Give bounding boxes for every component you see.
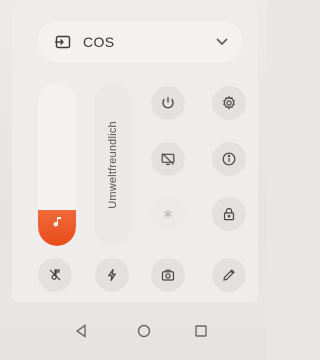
- bolt-icon: [107, 268, 117, 282]
- volume-slider[interactable]: [38, 83, 76, 246]
- quick-settings-screen: COS Umweltfreundlich: [0, 0, 267, 360]
- recents-square-icon: [195, 325, 207, 337]
- energy-mode-slider[interactable]: Umweltfreundlich: [94, 83, 132, 246]
- info-tile[interactable]: [212, 142, 246, 176]
- chevron-down-icon[interactable]: [212, 31, 232, 51]
- recents-button[interactable]: [188, 318, 214, 344]
- power-tile[interactable]: [151, 86, 185, 120]
- energy-mode-tile[interactable]: [95, 258, 129, 292]
- bluetooth-tile[interactable]: [151, 197, 185, 231]
- camera-icon: [161, 269, 175, 281]
- home-button[interactable]: [131, 318, 157, 344]
- edit-tile[interactable]: [212, 258, 246, 292]
- input-source-label: COS: [83, 34, 115, 50]
- gear-icon: [223, 95, 235, 110]
- music-off-tile[interactable]: [38, 258, 72, 292]
- back-button[interactable]: [68, 318, 94, 344]
- screen-off-icon: [161, 153, 175, 165]
- screen-off-tile[interactable]: [151, 142, 185, 176]
- energy-mode-label: Umweltfreundlich: [107, 120, 119, 209]
- lock-tile[interactable]: [212, 197, 246, 231]
- lock-icon: [223, 207, 235, 221]
- music-note-icon: [52, 216, 62, 230]
- input-source-icon: [53, 32, 73, 52]
- info-icon: [222, 152, 236, 166]
- music-off-icon: [49, 269, 61, 281]
- navigation-bar: [0, 302, 267, 360]
- power-icon: [162, 97, 174, 109]
- asterisk-icon: [163, 209, 173, 219]
- screenshot-tile[interactable]: [151, 258, 185, 292]
- settings-tile[interactable]: [212, 86, 246, 120]
- input-source-selector[interactable]: COS: [36, 20, 244, 64]
- back-triangle-icon: [75, 324, 86, 338]
- home-circle-icon: [137, 324, 151, 338]
- pencil-icon: [223, 269, 235, 281]
